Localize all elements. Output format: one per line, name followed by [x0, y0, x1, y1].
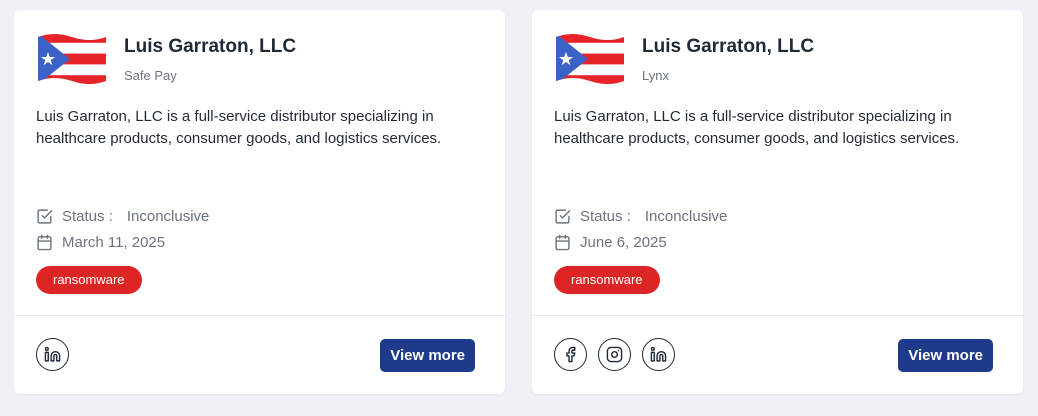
divider	[532, 315, 1023, 316]
company-title: Luis Garraton, LLC	[124, 36, 297, 57]
group-name: Lynx	[642, 68, 669, 83]
checkbox-icon	[37, 208, 53, 224]
view-more-button[interactable]: View more	[380, 339, 475, 372]
company-description: Luis Garraton, LLC is a full-service dis…	[36, 108, 442, 147]
status-label: Status :	[62, 207, 113, 225]
linkedin-icon	[650, 346, 667, 362]
status-value: Inconclusive	[644, 207, 728, 225]
status-value: Inconclusive	[126, 207, 210, 225]
checkbox-icon	[555, 208, 571, 224]
facebook-icon	[566, 346, 576, 363]
date-value: March 11, 2025	[62, 233, 166, 251]
tag-badge[interactable]: ransomware	[36, 266, 142, 294]
calendar-icon	[37, 234, 52, 250]
linkedin-icon	[44, 346, 61, 362]
victim-card: Luis Garraton, LLC Safe Pay Luis Garrato…	[14, 10, 505, 394]
puerto-rico-flag-icon	[556, 34, 624, 84]
status-label: Status :	[580, 207, 631, 225]
date-row: June 6, 2025	[554, 232, 667, 252]
status-row: Status : Inconclusive	[554, 206, 727, 226]
instagram-icon	[606, 346, 623, 363]
victim-card: Luis Garraton, LLC Lynx Luis Garraton, L…	[532, 10, 1023, 394]
view-more-button[interactable]: View more	[898, 339, 993, 372]
linkedin-link[interactable]	[642, 338, 675, 371]
puerto-rico-flag-icon	[38, 34, 106, 84]
tag-badge[interactable]: ransomware	[554, 266, 660, 294]
linkedin-link[interactable]	[36, 338, 69, 371]
company-title: Luis Garraton, LLC	[642, 36, 815, 57]
calendar-icon	[555, 234, 570, 250]
company-description: Luis Garraton, LLC is a full-service dis…	[554, 108, 960, 147]
divider	[14, 315, 505, 316]
status-row: Status : Inconclusive	[36, 206, 209, 226]
instagram-link[interactable]	[598, 338, 631, 371]
date-value: June 6, 2025	[580, 233, 667, 251]
date-row: March 11, 2025	[36, 232, 165, 252]
group-name: Safe Pay	[124, 68, 177, 83]
facebook-link[interactable]	[554, 338, 587, 371]
